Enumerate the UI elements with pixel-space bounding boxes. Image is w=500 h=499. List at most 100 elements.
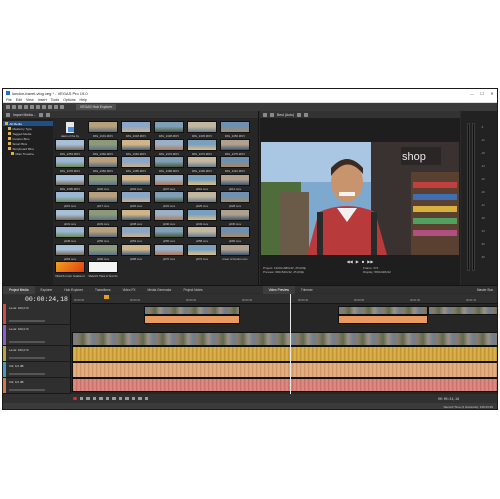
play-button[interactable]: ▶ xyxy=(356,259,359,264)
media-file[interactable]: p058.mov xyxy=(187,226,217,243)
play-button[interactable] xyxy=(92,396,96,401)
audio-event[interactable] xyxy=(72,378,497,392)
loop-button[interactable] xyxy=(79,396,83,401)
media-file[interactable]: p002.mov xyxy=(88,173,118,191)
media-file[interactable]: p063.mov xyxy=(55,243,85,261)
media-file[interactable]: IMG_2485.MOV xyxy=(121,156,151,173)
preview-settings-icon[interactable] xyxy=(263,112,267,117)
video-event[interactable] xyxy=(428,306,497,315)
video-event[interactable] xyxy=(144,306,240,315)
track-level-slider[interactable] xyxy=(9,373,45,375)
media-file[interactable]: IMG_2450.MOV xyxy=(220,121,250,138)
split-tool-icon[interactable] xyxy=(138,396,142,401)
media-file[interactable]: IMG_2445.MOV xyxy=(187,121,217,138)
media-file[interactable]: p038.mov xyxy=(121,208,151,226)
dock-tab[interactable]: Video Preview xyxy=(262,285,295,294)
track-header[interactable]: Level: 100,0 % xyxy=(3,304,71,325)
dock-tab[interactable]: Transitions xyxy=(89,286,116,294)
paste-icon[interactable] xyxy=(54,105,58,109)
preview-quality-select[interactable]: Best (Auto) xyxy=(277,113,294,117)
marker-flag[interactable] xyxy=(104,295,109,299)
go-to-end-button[interactable] xyxy=(118,396,122,401)
media-file[interactable]: p012.mov xyxy=(220,173,250,191)
media-file[interactable]: p056.mov xyxy=(154,226,184,243)
rewind-button[interactable]: ◀◀ xyxy=(347,259,353,264)
dock-tab[interactable]: Media Generator xyxy=(142,286,178,294)
dock-tab[interactable]: Explorer xyxy=(35,286,59,294)
track-level-slider[interactable] xyxy=(9,341,45,343)
close-button[interactable]: ✕ xyxy=(487,89,497,97)
minimize-button[interactable]: — xyxy=(467,89,477,97)
video-event[interactable] xyxy=(338,306,428,315)
track-header[interactable]: Vol: 0,0 dB xyxy=(3,378,71,394)
media-file[interactable]: p045.mov xyxy=(220,208,250,226)
save-icon[interactable] xyxy=(18,105,22,109)
media-file[interactable]: IMG_2401.MOV xyxy=(88,121,118,138)
zoom-tool-icon[interactable] xyxy=(144,396,148,401)
cut-icon[interactable] xyxy=(42,105,46,109)
dock-tab[interactable]: Hub Explorer xyxy=(58,286,89,294)
media-file[interactable]: IMG_2491.MOV xyxy=(220,156,250,173)
media-file[interactable]: IMG_2473.MOV xyxy=(187,138,217,156)
media-file[interactable]: IMG_2462.MOV xyxy=(121,138,151,156)
save-snapshot-icon[interactable] xyxy=(303,112,308,117)
redo-icon[interactable] xyxy=(36,105,40,109)
bin-item[interactable]: Main Timeline xyxy=(3,151,53,156)
media-file[interactable]: IMG_2478.MOV xyxy=(55,156,85,173)
media-file[interactable]: p060.mov xyxy=(220,226,250,243)
go-to-start-button[interactable] xyxy=(112,396,116,401)
menu-tools[interactable]: Tools xyxy=(51,98,59,102)
media-file[interactable]: IMG_2482.MOV xyxy=(88,156,118,173)
media-file[interactable]: IMG_2470.MOV xyxy=(154,138,184,156)
dock-tab[interactable]: Project Notes xyxy=(177,286,208,294)
media-file[interactable]: p031.mov xyxy=(55,208,85,226)
menu-edit[interactable]: Edit xyxy=(16,98,22,102)
media-file[interactable]: p025.mov xyxy=(187,191,217,208)
track-header[interactable]: Vol: 0,0 dB xyxy=(3,362,71,378)
menu-options[interactable]: Options xyxy=(63,98,75,102)
split-screen-icon[interactable] xyxy=(270,112,274,117)
media-file[interactable]: p070.mov xyxy=(154,243,184,261)
media-file[interactable]: IMG_2460.MOV xyxy=(88,138,118,156)
view-mode-icon[interactable] xyxy=(38,112,43,117)
video-event[interactable] xyxy=(144,315,240,324)
media-file[interactable]: IMG_2490.MOV xyxy=(187,156,217,173)
copy-icon[interactable] xyxy=(48,105,52,109)
menu-help[interactable]: Help xyxy=(80,98,87,102)
open-icon[interactable] xyxy=(12,105,16,109)
stop-button[interactable] xyxy=(105,396,109,401)
media-file[interactable]: dawn of the by xyxy=(55,121,85,138)
media-file[interactable]: p072.mov xyxy=(187,243,217,261)
dock-tab[interactable]: Master Bus xyxy=(471,286,497,294)
new-project-icon[interactable] xyxy=(6,105,10,109)
media-file[interactable]: p017.mov xyxy=(88,191,118,208)
hub-explorer-tab[interactable]: VEGAS Hub Explorer xyxy=(76,104,117,110)
audio-event[interactable] xyxy=(72,346,497,362)
media-file[interactable]: p033.mov xyxy=(88,208,118,226)
media-file[interactable]: p015.mov xyxy=(55,191,85,208)
maximize-button[interactable]: ☐ xyxy=(477,89,487,97)
dock-tab[interactable]: Trimmer xyxy=(295,286,319,294)
render-icon[interactable] xyxy=(24,105,28,109)
menu-insert[interactable]: Insert xyxy=(38,98,47,102)
undo-icon[interactable] xyxy=(30,105,34,109)
track-level-slider[interactable] xyxy=(9,389,45,391)
media-file[interactable]: p004.mov xyxy=(121,173,151,191)
media-file[interactable]: p053.mov xyxy=(121,226,151,243)
media-file[interactable]: p022.mov xyxy=(154,191,184,208)
media-file[interactable]: p040.mov xyxy=(154,208,184,226)
pause-button[interactable] xyxy=(99,396,103,401)
media-file[interactable]: IMG_2418.MOV xyxy=(121,121,151,138)
media-file[interactable]: VEGAS Color Gradient 01 xyxy=(55,261,85,278)
media-file[interactable]: VEGAS Titles & Text 01 xyxy=(88,261,118,278)
media-file[interactable]: IMG_2438.MOV xyxy=(154,121,184,138)
media-file[interactable]: IMG_2475.MOV xyxy=(220,138,250,156)
dock-tab[interactable]: Video FX xyxy=(116,286,141,294)
track-level-slider[interactable] xyxy=(9,357,45,359)
media-file[interactable]: p048.mov xyxy=(55,226,85,243)
search-icon[interactable] xyxy=(45,112,50,117)
video-event[interactable] xyxy=(338,315,428,324)
normal-edit-tool-icon[interactable] xyxy=(125,396,129,401)
media-file[interactable]: p066.mov xyxy=(88,243,118,261)
track-level-slider[interactable] xyxy=(9,320,45,322)
